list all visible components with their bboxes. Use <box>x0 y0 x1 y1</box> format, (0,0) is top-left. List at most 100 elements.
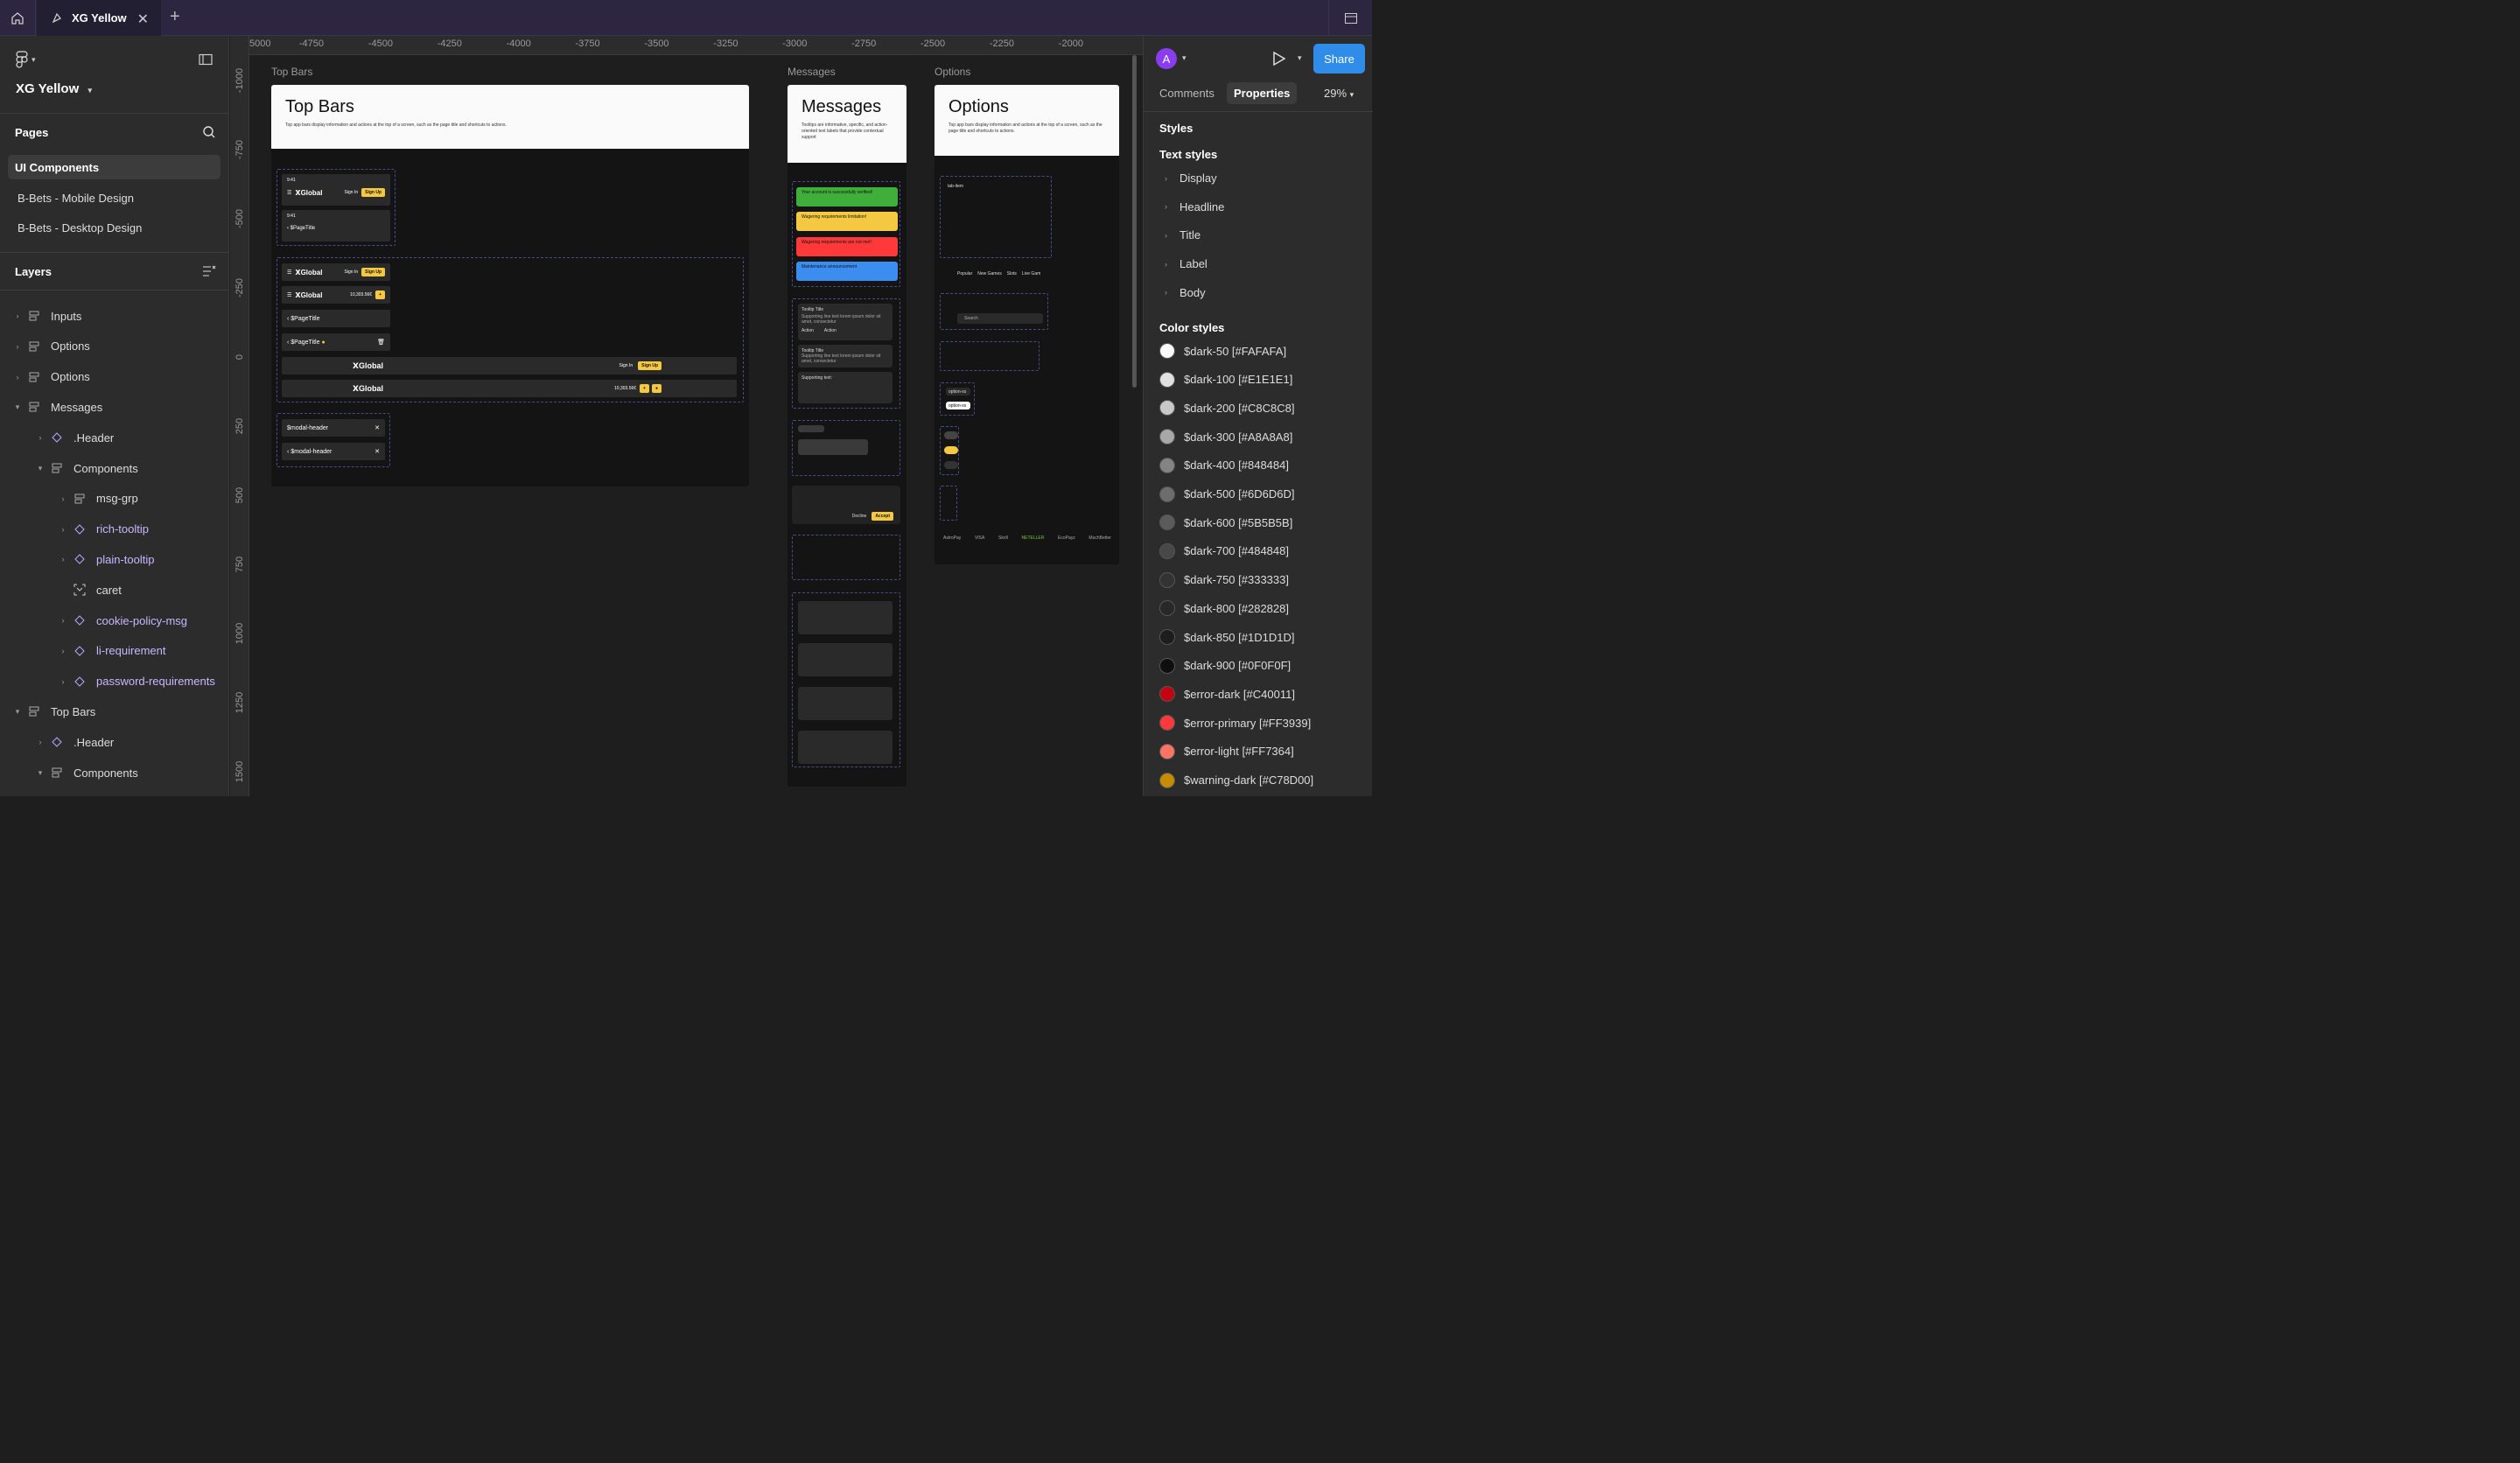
main-menu-button[interactable]: ▾ <box>16 51 36 68</box>
home-button[interactable] <box>0 0 36 36</box>
color-swatch <box>1159 600 1175 617</box>
layers-filter-icon[interactable] <box>202 265 216 280</box>
color-style-item[interactable]: $dark-300 [#A8A8A8] <box>1159 429 1292 445</box>
search-icon[interactable] <box>202 125 216 142</box>
tab-item-set[interactable]: tab-item <box>940 176 1052 258</box>
frame-label-messages[interactable]: Messages <box>788 66 836 78</box>
color-style-item[interactable]: $dark-900 [#0F0F0F] <box>1159 657 1291 674</box>
color-style-item[interactable]: $dark-500 [#6D6D6D] <box>1159 486 1294 502</box>
layer-item[interactable]: › msg-grp <box>58 490 138 508</box>
layer-item[interactable]: ▾ Components <box>35 764 138 781</box>
layer-item[interactable]: › .Header <box>35 429 115 446</box>
color-style-item[interactable]: $error-light [#FF7364] <box>1159 743 1294 760</box>
share-button[interactable]: Share <box>1313 44 1365 74</box>
layer-item[interactable]: › li-requirement <box>58 642 166 660</box>
frame-messages[interactable]: Messages Tooltips are informative, speci… <box>788 85 906 787</box>
text-style-item[interactable]: › Title <box>1165 228 1200 242</box>
ruler-tick-label: 5000 <box>249 38 271 49</box>
chevron-right-icon[interactable]: › <box>58 616 68 625</box>
search-tabs-set[interactable] <box>940 293 1048 330</box>
brand-logo: 𝗫Global <box>353 383 383 393</box>
chevron-right-icon[interactable]: › <box>58 525 68 534</box>
chevron-down-icon[interactable]: ▾ <box>1298 53 1302 63</box>
text-style-item[interactable]: › Headline <box>1165 200 1224 214</box>
close-icon: ✕ <box>374 425 380 431</box>
layer-item[interactable]: › password-requirements <box>58 673 215 690</box>
layer-item[interactable]: › rich-tooltip <box>58 521 149 538</box>
checkbox-set[interactable] <box>940 341 1040 371</box>
layer-item[interactable]: caret <box>58 581 122 598</box>
text-style-item[interactable]: › Label <box>1165 257 1208 270</box>
zoom-level[interactable]: 29% ▾ <box>1324 87 1354 100</box>
frame-label-top-bars[interactable]: Top Bars <box>271 66 312 78</box>
tab-comments[interactable]: Comments <box>1159 87 1214 100</box>
color-style-item[interactable]: $error-primary [#FF3939] <box>1159 715 1311 732</box>
color-style-item[interactable]: $dark-600 [#5B5B5B] <box>1159 514 1292 531</box>
color-style-label: $error-dark [#C40011] <box>1184 687 1295 701</box>
chevron-right-icon[interactable]: › <box>12 373 23 382</box>
icon-button-set[interactable] <box>940 486 957 521</box>
chevron-right-icon[interactable]: › <box>35 738 46 746</box>
color-style-item[interactable]: $dark-850 [#1D1D1D] <box>1159 629 1294 645</box>
page-mobile-design[interactable]: B-Bets - Mobile Design <box>8 186 220 210</box>
play-icon[interactable] <box>1270 50 1287 70</box>
color-style-item[interactable]: $dark-200 [#C8C8C8] <box>1159 400 1294 416</box>
layer-item[interactable]: › cookie-policy-msg <box>58 612 188 629</box>
sidebar-toggle-icon[interactable] <box>199 53 213 68</box>
chevron-right-icon[interactable]: › <box>58 647 68 655</box>
text-style-item[interactable]: › Display <box>1165 172 1217 185</box>
layer-item[interactable]: ▾ Messages <box>12 398 103 416</box>
component-set[interactable] <box>792 535 900 580</box>
color-style-item[interactable]: $dark-50 [#FAFAFA] <box>1159 343 1286 359</box>
layer-item[interactable]: › Inputs <box>12 307 82 325</box>
color-style-item[interactable]: $dark-400 [#848484] <box>1159 457 1289 473</box>
layer-item[interactable]: ▾ Components <box>35 459 138 477</box>
chevron-right-icon[interactable]: › <box>58 555 68 564</box>
color-style-item[interactable]: $dark-800 [#282828] <box>1159 600 1289 617</box>
chevron-down-icon[interactable]: ▾ <box>1182 53 1186 63</box>
page-desktop-design[interactable]: B-Bets - Desktop Design <box>8 215 220 240</box>
vertical-scrollbar[interactable] <box>1132 55 1137 388</box>
frame-title: Messages <box>802 97 882 116</box>
color-style-item[interactable]: $dark-100 [#E1E1E1] <box>1159 371 1292 388</box>
tooltip-body: Supporting line text lorem ipsum dolor s… <box>802 354 881 364</box>
chevron-down-icon[interactable]: ▾ <box>35 768 46 778</box>
avatar[interactable]: A <box>1156 48 1177 69</box>
chevron-down-icon[interactable]: ▾ <box>35 464 46 473</box>
zoom-value: 29% <box>1324 87 1348 100</box>
tooltip-title: Tooltip Title <box>802 307 824 312</box>
page-ui-components[interactable]: UI Components <box>8 155 220 179</box>
payment-logos: AstroPay VISA Skrill NETELLER EcoPayz Mu… <box>943 536 1111 541</box>
chevron-right-icon[interactable]: › <box>12 312 23 320</box>
frame-options[interactable]: Options Top app bars display information… <box>934 85 1119 564</box>
design-canvas[interactable]: 5000 -4750 -4500 -4250 -4000 -3750 -3500 -3250-… <box>230 36 1143 796</box>
chevron-down-icon[interactable]: ▾ <box>12 402 23 412</box>
layer-item[interactable]: › .Header <box>35 733 115 751</box>
chevron-right-icon[interactable]: › <box>35 433 46 442</box>
color-style-item[interactable]: $dark-750 [#333333] <box>1159 571 1289 588</box>
chevron-right-icon[interactable]: › <box>12 342 23 351</box>
layer-item[interactable]: › Options <box>12 338 90 355</box>
frame-label-options[interactable]: Options <box>934 66 970 78</box>
file-tab[interactable]: XG Yellow ✕ <box>37 0 161 36</box>
layer-item[interactable]: › Options <box>12 368 90 386</box>
layout-button[interactable] <box>1328 0 1372 36</box>
chevron-right-icon[interactable]: › <box>58 677 68 686</box>
tab-properties[interactable]: Properties <box>1227 82 1298 104</box>
plus-icon[interactable]: + <box>170 7 180 27</box>
text-style-item[interactable]: › Body <box>1165 286 1206 299</box>
layer-item[interactable]: › plain-tooltip <box>58 550 155 568</box>
chevron-right-icon[interactable]: › <box>58 494 68 503</box>
frame-top-bars[interactable]: Top Bars Top app bars display informatio… <box>271 85 749 486</box>
layer-item[interactable]: ▾ Top Bars <box>12 703 96 720</box>
tooltip-body: Supporting line text lorem ipsum dolor s… <box>802 314 881 325</box>
modal-header: $modal-header ✕ <box>282 419 385 437</box>
ruler-tick-label: 1500 <box>234 760 245 783</box>
color-style-item[interactable]: $error-dark [#C40011] <box>1159 686 1295 703</box>
close-icon[interactable]: ✕ <box>137 10 149 28</box>
chevron-down-icon[interactable]: ▾ <box>12 707 23 717</box>
color-style-item[interactable]: $dark-700 [#484848] <box>1159 542 1289 559</box>
color-style-item[interactable]: $warning-dark [#C78D00] <box>1159 772 1313 788</box>
option-label: option-xs <box>948 389 967 395</box>
file-name[interactable]: XG Yellow ▾ <box>16 81 92 96</box>
